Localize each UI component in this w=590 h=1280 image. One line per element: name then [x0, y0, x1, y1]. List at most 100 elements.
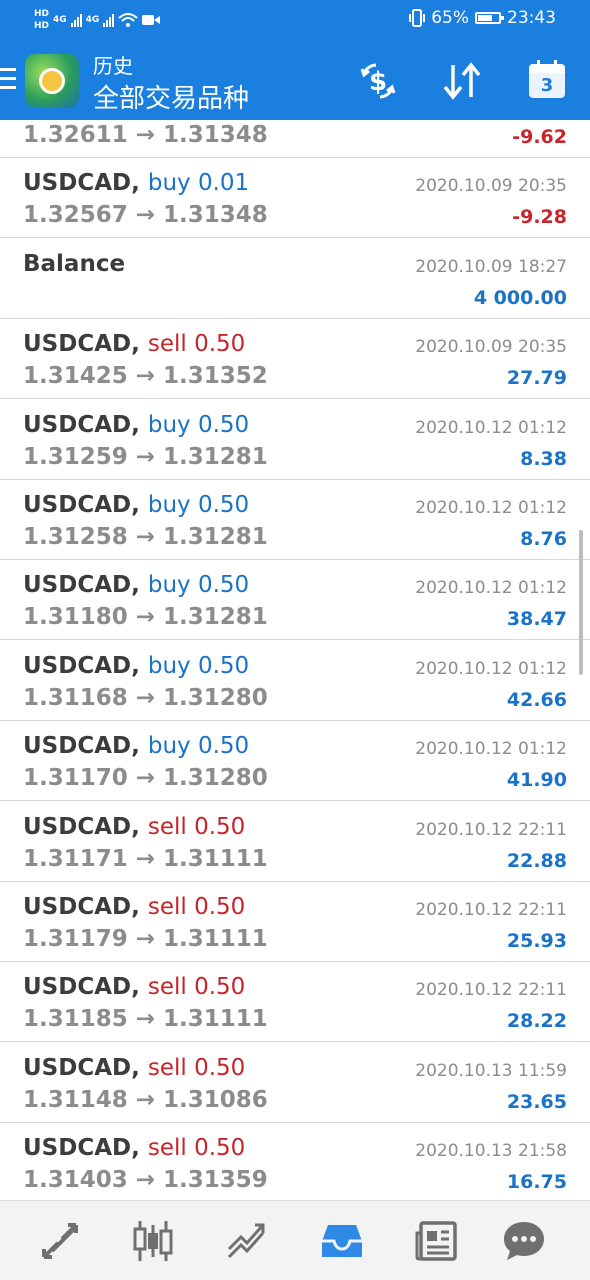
hd-label-1: HD — [34, 9, 50, 19]
deal-prices: 1.31403 → 1.31359 — [23, 1167, 268, 1194]
currency-switch-button[interactable]: $ — [355, 58, 401, 104]
nav-history[interactable] — [318, 1217, 366, 1265]
deal-symbol: Balance — [23, 250, 126, 277]
deal-title: USDCAD, sell 0.50 — [23, 814, 245, 840]
deal-profit: 22.88 — [506, 849, 567, 872]
menu-icon[interactable] — [0, 68, 16, 92]
deal-profit: 16.75 — [506, 1171, 567, 1194]
deal-side: sell 0.50 — [147, 331, 246, 358]
deal-row[interactable]: USDCAD, sell 0.50 1.31425 → 1.31352 2020.1… — [0, 319, 590, 400]
deal-symbol: USDCAD, — [23, 331, 140, 358]
deal-title: USDCAD, buy 0.50 — [23, 653, 249, 679]
nav-chart[interactable] — [129, 1217, 177, 1265]
deal-title: USDCAD, sell 0.50 — [23, 894, 245, 920]
deal-profit: 42.66 — [506, 688, 567, 711]
deal-prices: 1.31185 → 1.31111 — [23, 1006, 268, 1033]
hd-label-2: HD — [34, 21, 50, 31]
deal-profit: -9.28 — [512, 206, 567, 229]
newspaper-icon — [415, 1221, 457, 1261]
deal-profit: 4 000.00 — [473, 286, 567, 309]
deal-row[interactable]: USDCAD, buy 0.50 1.31259 → 1.31281 2020.10… — [0, 400, 590, 480]
deal-row[interactable]: USDCAD, sell 0.50 1.31403 → 1.31359 2020.1… — [0, 1123, 590, 1200]
nav-quotes[interactable] — [36, 1217, 84, 1265]
deal-time: 2020.10.12 22:11 — [415, 980, 567, 1001]
deal-profit: 27.79 — [506, 367, 567, 390]
quotes-arrows-icon — [42, 1223, 78, 1259]
status-bar: HD HD 4G 4G 65% 23:43 — [0, 0, 590, 40]
deal-time: 2020.10.12 22:11 — [415, 819, 567, 840]
deal-side: buy 0.50 — [147, 572, 250, 599]
deal-symbol: USDCAD, — [23, 1054, 140, 1081]
deal-row[interactable]: USDCAD, sell 0.50 1.31185 → 1.31111 2020.1… — [0, 962, 590, 1043]
svg-text:$: $ — [369, 67, 387, 97]
vibrate-icon — [409, 9, 426, 27]
deal-time: 2020.10.09 20:35 — [415, 176, 567, 197]
app-header: 历史 全部交易品种 $ 3 — [0, 40, 590, 120]
deal-symbol: USDCAD, — [23, 652, 140, 679]
deal-prices: 1.32611 → 1.31348 — [23, 122, 268, 148]
deal-symbol: USDCAD, — [23, 733, 140, 760]
deal-row[interactable]: USDCAD, sell 0.50 1.31171 → 1.31111 2020.1… — [0, 802, 590, 882]
deal-prices: 1.31168 → 1.31280 — [23, 684, 268, 711]
deal-profit: 23.65 — [506, 1090, 567, 1113]
deal-side: sell 0.50 — [147, 813, 246, 840]
calendar-icon: 3 — [529, 60, 565, 98]
balance-row[interactable]: Balance 2020.10.09 18:27 4 000.00 — [0, 239, 590, 319]
nav-trade[interactable] — [223, 1217, 271, 1265]
scrollbar[interactable] — [579, 530, 583, 675]
deal-prices: 1.31259 → 1.31281 — [23, 443, 268, 470]
deal-profit: 41.90 — [506, 769, 567, 792]
deal-title: USDCAD, buy 0.50 — [23, 492, 249, 518]
deal-profit: -9.62 — [512, 126, 567, 148]
deal-side: buy 0.50 — [147, 733, 250, 760]
deal-side: sell 0.50 — [147, 1054, 246, 1081]
deal-title: USDCAD, sell 0.50 — [23, 974, 245, 1000]
deal-symbol: USDCAD, — [23, 894, 140, 920]
candlestick-icon — [133, 1221, 173, 1261]
currency-exchange-icon: $ — [360, 63, 396, 99]
nav-messages[interactable] — [500, 1217, 548, 1265]
deal-row[interactable]: USDCAD, buy 0.50 1.31168 → 1.31280 2020.10… — [0, 641, 590, 721]
network-type-1: 4G — [53, 15, 67, 25]
deal-row[interactable]: USDCAD, sell 0.50 1.31179 → 1.31111 2020.1… — [0, 882, 590, 962]
period-button[interactable]: 3 — [524, 58, 570, 104]
deal-title: Balance — [23, 251, 125, 277]
hd-indicator: HD HD — [34, 8, 49, 32]
deal-row[interactable]: USDCAD, sell 0.50 1.31148 → 1.31086 2020.1… — [0, 1043, 590, 1123]
signal-icon-2 — [103, 13, 115, 27]
deal-side: sell 0.50 — [147, 894, 246, 920]
deal-prices: 1.31171 → 1.31111 — [23, 845, 268, 872]
trend-icon — [227, 1223, 265, 1259]
deal-symbol: USDCAD, — [23, 974, 140, 1001]
deal-row[interactable]: 1.32611 → 1.31348 -9.62 — [0, 120, 590, 158]
deal-prices: 1.31170 → 1.31280 — [23, 765, 268, 792]
deal-symbol: USDCAD, — [23, 1135, 140, 1162]
deal-profit: 38.47 — [506, 608, 567, 631]
header-title[interactable]: 全部交易品种 — [93, 78, 249, 115]
deal-side: buy 0.50 — [147, 411, 250, 438]
network-indicators: HD HD 4G 4G — [34, 4, 161, 36]
status-right: 65% 23:43 — [409, 8, 556, 28]
deal-row[interactable]: USDCAD, buy 0.01 1.32567 → 1.31348 2020.10… — [0, 158, 590, 239]
history-list[interactable]: 1.32611 → 1.31348 -9.62 USDCAD, buy 0.01 1.… — [0, 120, 590, 1200]
sort-button[interactable] — [439, 58, 485, 104]
deal-symbol: USDCAD, — [23, 170, 140, 197]
inbox-icon — [322, 1225, 362, 1257]
deal-row[interactable]: USDCAD, buy 0.50 1.31258 → 1.31281 2020.10… — [0, 480, 590, 560]
deal-time: 2020.10.12 01:12 — [415, 417, 567, 438]
deal-time: 2020.10.09 20:35 — [415, 337, 567, 358]
deal-side: buy 0.50 — [147, 492, 250, 518]
nav-news[interactable] — [413, 1217, 461, 1265]
deal-side: buy 0.50 — [147, 652, 250, 679]
deal-title: USDCAD, buy 0.50 — [23, 733, 249, 759]
deal-row[interactable]: USDCAD, buy 0.50 1.31170 → 1.31280 2020.10… — [0, 721, 590, 802]
clock: 23:43 — [507, 8, 556, 28]
signal-icon — [70, 13, 82, 27]
deal-title: USDCAD, sell 0.50 — [23, 331, 245, 357]
deal-row[interactable]: USDCAD, buy 0.50 1.31180 → 1.31281 2020.10… — [0, 560, 590, 641]
deal-time: 2020.10.12 01:12 — [415, 658, 567, 679]
sort-arrows-icon — [443, 62, 481, 100]
app-logo[interactable] — [25, 54, 79, 108]
deal-prices: 1.32567 → 1.31348 — [23, 202, 268, 229]
deal-side: sell 0.50 — [147, 974, 246, 1001]
